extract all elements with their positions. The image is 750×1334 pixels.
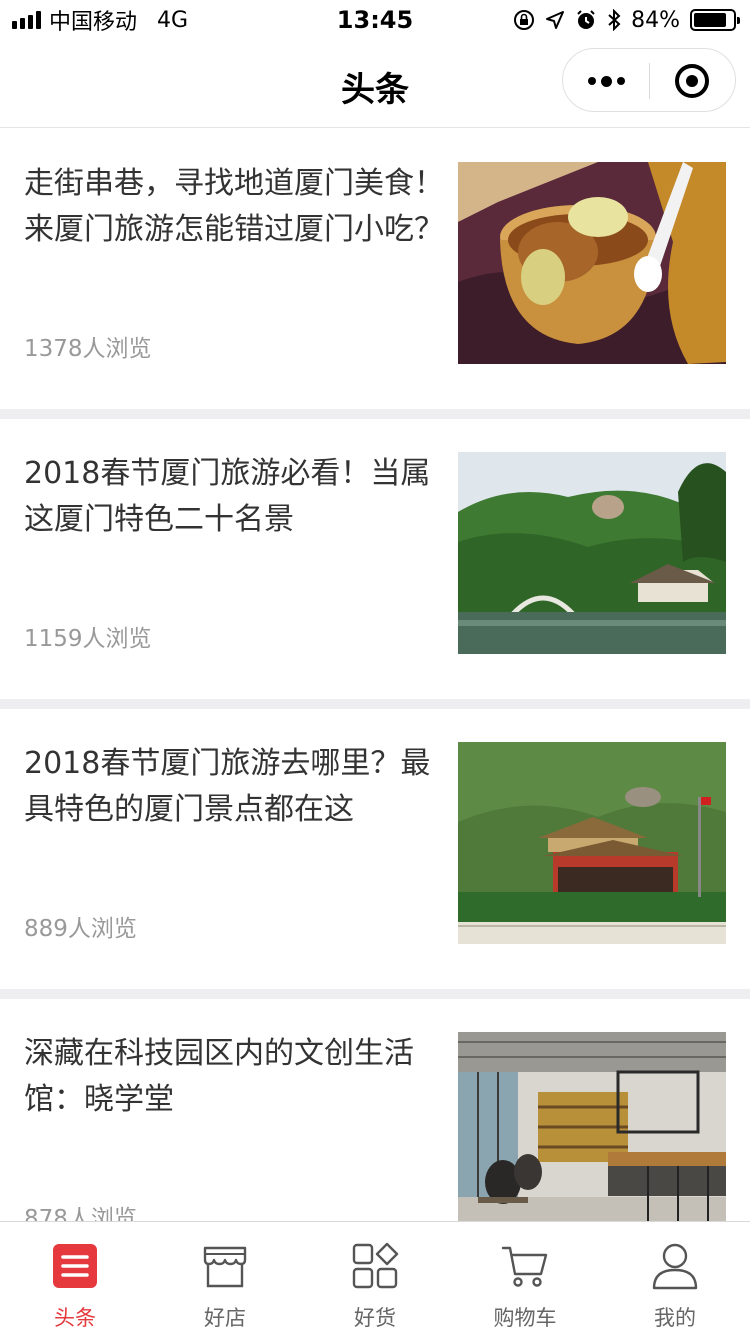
tab-mine[interactable]: 我的 (600, 1222, 750, 1334)
tab-bar: 头条 好店 好货 购物车 我的 (0, 1221, 750, 1334)
more-dot-icon (616, 77, 625, 85)
article-separator (0, 699, 750, 709)
article-item[interactable]: 走街串巷，寻找地道厦门美食！来厦门旅游怎能错过厦门小吃？ 1378人浏览 (0, 129, 750, 409)
bluetooth-icon (608, 9, 621, 31)
article-views: 889人浏览 (24, 916, 137, 942)
list-icon (53, 1244, 97, 1288)
tab-stores[interactable]: 好店 (150, 1222, 300, 1334)
tab-cart[interactable]: 购物车 (450, 1222, 600, 1334)
battery-fill (694, 13, 726, 27)
lake-park-image (458, 452, 726, 654)
article-views: 1378人浏览 (24, 336, 152, 362)
alarm-icon (577, 10, 595, 29)
more-dot-icon (600, 75, 612, 87)
article-feed: 走街串巷，寻找地道厦门美食！来厦门旅游怎能错过厦门小吃？ 1378人浏览 201… (0, 129, 750, 1279)
status-bar: 中国移动 4G 13:45 84% (0, 0, 750, 40)
article-title: 2018春节厦门旅游去哪里？最具特色的厦门景点都在这 (24, 746, 431, 827)
temple-image (458, 742, 726, 944)
store-icon (203, 1246, 247, 1288)
capsule-divider (649, 63, 650, 99)
tab-headlines[interactable]: 头条 (0, 1222, 150, 1334)
food-bowl-image (458, 162, 726, 364)
article-title: 深藏在科技园区内的文创生活馆：晓学堂 (24, 1036, 414, 1117)
more-dot-icon (587, 77, 596, 85)
location-icon (546, 11, 565, 29)
user-icon (652, 1243, 698, 1290)
cart-icon (501, 1246, 548, 1287)
tab-label: 购物车 (493, 1306, 557, 1330)
article-item[interactable]: 2018春节厦门旅游去哪里？最具特色的厦门景点都在这 889人浏览 (0, 709, 750, 989)
grid-icon (352, 1242, 399, 1289)
tab-label: 头条 (54, 1306, 96, 1330)
close-mini-program-button[interactable] (675, 64, 709, 98)
tab-label: 好店 (204, 1306, 246, 1330)
article-title: 2018春节厦门旅游必看！当属这厦门特色二十名景 (24, 456, 431, 537)
orientation-lock-icon (514, 10, 535, 30)
tab-label: 我的 (654, 1306, 696, 1330)
battery-icon (690, 9, 740, 31)
article-title: 走街串巷，寻找地道厦门美食！来厦门旅游怎能错过厦门小吃？ (24, 166, 444, 247)
tab-goods[interactable]: 好货 (300, 1222, 450, 1334)
status-right: 84% (513, 6, 740, 34)
more-menu-button[interactable] (563, 49, 649, 113)
cafe-interior-image (458, 1032, 726, 1234)
article-separator (0, 989, 750, 999)
battery-percent: 84% (631, 7, 680, 33)
article-separator (0, 409, 750, 419)
mini-program-capsule (562, 48, 736, 112)
article-item[interactable]: 2018春节厦门旅游必看！当属这厦门特色二十名景 1159人浏览 (0, 419, 750, 699)
article-views: 1159人浏览 (24, 626, 152, 652)
nav-bar: 头条 (0, 40, 750, 128)
tab-label: 好货 (354, 1306, 396, 1330)
